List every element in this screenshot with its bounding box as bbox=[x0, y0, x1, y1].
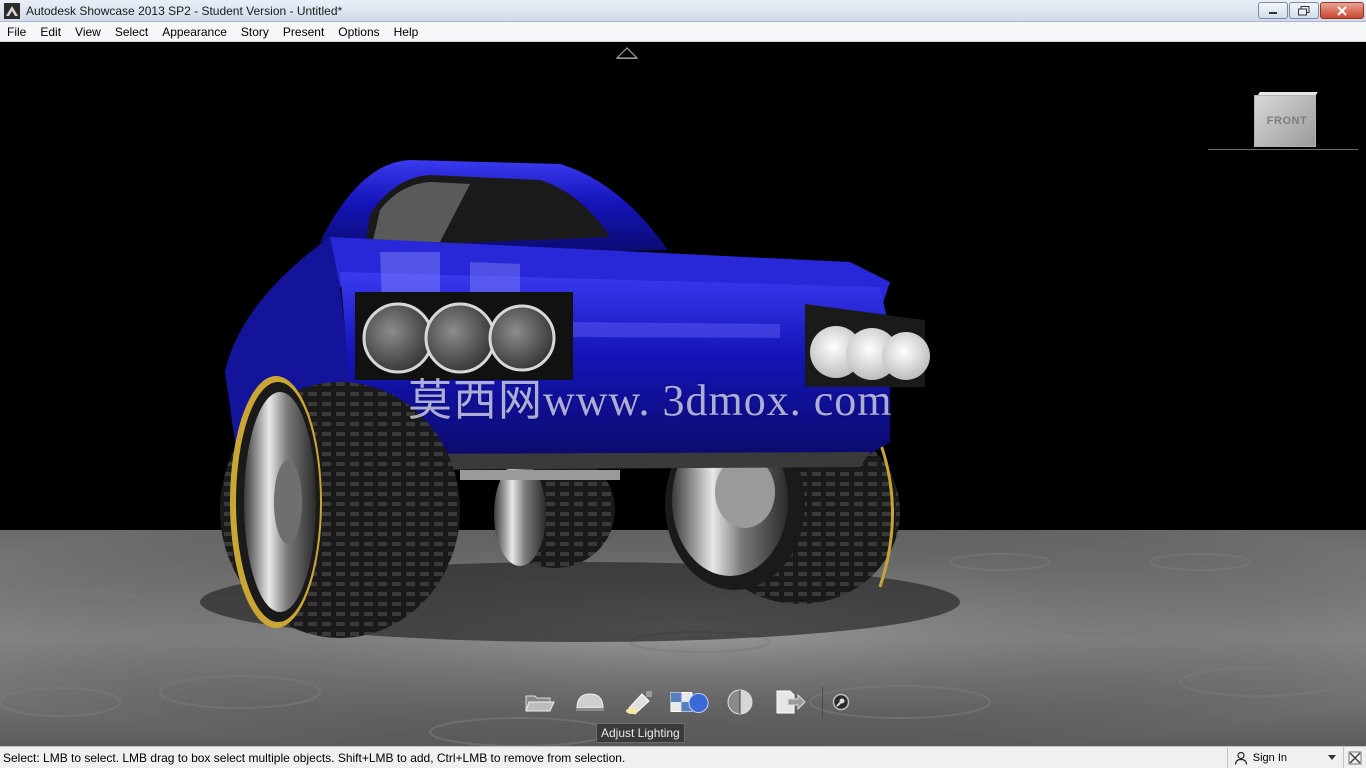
showcase-app-icon bbox=[4, 2, 20, 19]
menu-options[interactable]: Options bbox=[331, 22, 386, 42]
close-icon bbox=[1337, 5, 1347, 16]
restore-button[interactable] bbox=[1289, 2, 1319, 19]
adjust-lighting-button[interactable] bbox=[620, 685, 660, 719]
window-controls bbox=[1257, 2, 1364, 19]
open-file-button[interactable] bbox=[520, 685, 560, 719]
menu-help[interactable]: Help bbox=[387, 22, 426, 42]
help-x-icon bbox=[1348, 751, 1362, 764]
menu-present[interactable]: Present bbox=[276, 22, 331, 42]
status-bar: Select: LMB to select. LMB drag to box s… bbox=[0, 746, 1366, 768]
close-button[interactable] bbox=[1320, 2, 1364, 19]
minimize-icon bbox=[1269, 11, 1277, 14]
menu-view[interactable]: View bbox=[68, 22, 108, 42]
menu-bar: File Edit View Select Appearance Story P… bbox=[0, 22, 1366, 42]
chevron-down-icon[interactable] bbox=[1327, 753, 1337, 763]
shadows-icon bbox=[727, 689, 753, 715]
viewcube-face-label: FRONT bbox=[1266, 115, 1308, 127]
status-message: Select: LMB to select. LMB drag to box s… bbox=[3, 750, 626, 765]
shadows-button[interactable] bbox=[720, 685, 760, 719]
user-icon bbox=[1234, 751, 1247, 765]
help-x-button[interactable] bbox=[1343, 747, 1366, 768]
toolbar-settings-button[interactable] bbox=[829, 685, 853, 719]
menu-story[interactable]: Story bbox=[234, 22, 276, 42]
rear-wheel bbox=[494, 452, 615, 568]
menu-select[interactable]: Select bbox=[108, 22, 155, 42]
sign-in-label: Sign In bbox=[1252, 751, 1287, 764]
tooltip: Adjust Lighting bbox=[596, 723, 685, 743]
environment-dome-icon bbox=[576, 693, 604, 711]
window-title: Autodesk Showcase 2013 SP2 - Student Ver… bbox=[26, 3, 343, 18]
minimize-button[interactable] bbox=[1258, 2, 1288, 19]
menu-appearance[interactable]: Appearance bbox=[155, 22, 234, 42]
menu-edit[interactable]: Edit bbox=[33, 22, 68, 42]
materials-button[interactable] bbox=[670, 685, 710, 719]
viewcube-compass-line bbox=[1208, 149, 1358, 150]
environments-button[interactable] bbox=[570, 685, 610, 719]
watermark-text: 莫西网www. 3dmox. com bbox=[408, 376, 893, 425]
settings-icon bbox=[832, 693, 850, 711]
toolbar-divider bbox=[822, 687, 823, 717]
status-right-area: Sign In bbox=[1226, 747, 1366, 768]
collapse-panel-arrow-icon[interactable] bbox=[616, 47, 638, 59]
export-icon bbox=[776, 690, 806, 714]
export-button[interactable] bbox=[770, 685, 810, 719]
adjust-lighting-icon bbox=[626, 691, 652, 715]
restore-icon bbox=[1298, 5, 1310, 15]
title-bar: Autodesk Showcase 2013 SP2 - Student Ver… bbox=[0, 0, 1366, 22]
sign-in-button[interactable]: Sign In bbox=[1226, 747, 1343, 768]
menu-file[interactable]: File bbox=[0, 22, 33, 42]
app-window: Autodesk Showcase 2013 SP2 - Student Ver… bbox=[0, 0, 1366, 768]
3d-viewport[interactable]: 莫西网www. 3dmox. com FRONT Adjust Lighting bbox=[0, 42, 1366, 746]
open-folder-icon bbox=[525, 695, 555, 712]
materials-icon bbox=[670, 692, 709, 713]
bottom-toolbar bbox=[520, 684, 853, 720]
